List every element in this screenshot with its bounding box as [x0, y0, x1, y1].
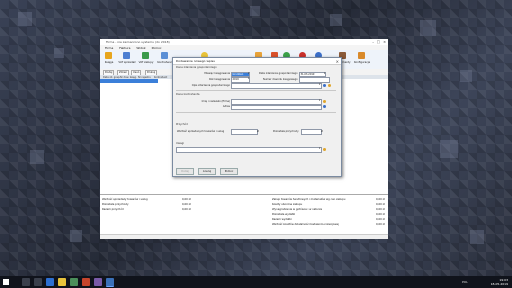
dialog-title: Dodawanie nowego wpisu — [176, 59, 216, 64]
docnum-label: Numer dowodu księgowego — [263, 77, 298, 81]
summary-other-label: Pozostałe przychody — [102, 203, 129, 206]
toolbar-vat-sale-button[interactable]: VAT sprzedaż — [118, 51, 136, 68]
contractor-add-icon[interactable] — [323, 105, 326, 108]
status-bar — [100, 234, 388, 239]
clock[interactable]: 19:03 18-05-2019 — [491, 278, 508, 286]
summary-other-value: 0,00 zł — [182, 203, 191, 206]
windows-start-icon[interactable] — [3, 279, 9, 285]
dialog-titlebar[interactable]: Dodawanie nowego wpisu × — [173, 58, 341, 65]
clock-date: 18-05-2019 — [490, 282, 508, 286]
section-income: Przychód — [176, 123, 188, 126]
summary-sale-value: 0,00 zł — [182, 198, 191, 201]
description-dropdown-icon[interactable]: ▾ — [319, 83, 320, 86]
cancel-button[interactable]: Anuluj — [198, 168, 216, 175]
toolbar-settings-button[interactable]: Konfiguracja — [354, 51, 370, 68]
language-indicator[interactable]: POL — [462, 280, 468, 284]
settings-icon — [358, 52, 365, 59]
close-icon[interactable]: × — [383, 40, 386, 44]
description-add-icon[interactable] — [323, 83, 326, 87]
book-icon — [105, 52, 112, 59]
summary-expenses-total-value: 0,00 zł — [376, 218, 385, 221]
summary-sale-label: Wartość sprzedaży towarów i usług — [102, 198, 148, 201]
summary-expenses-total-label: Razem wydatki — [272, 218, 292, 221]
summary-side-costs-label: Koszty uboczne zakupu — [272, 203, 303, 206]
maximize-icon[interactable]: □ — [377, 40, 380, 44]
date-label: Data zdarzenia gospodarczego — [259, 72, 298, 75]
summary-panel: Wartość sprzedaży towarów i usług 0,00 z… — [100, 194, 388, 235]
section-notes: Uwagi — [176, 142, 184, 145]
app-icon[interactable] — [94, 278, 102, 286]
accounting-app-icon[interactable] — [106, 278, 114, 287]
contractor-search-icon[interactable] — [323, 99, 326, 103]
browser-icon[interactable] — [46, 278, 54, 286]
income-other-input[interactable] — [301, 129, 322, 135]
summary-salaries-label: Wynagrodzenia w gotówce i w naturze — [272, 208, 323, 211]
section-event: Dane zdarzenia gospodarczego — [176, 66, 217, 69]
income-sale-input[interactable] — [231, 129, 258, 135]
contractor-address-label: Adres — [222, 105, 230, 108]
invoice-purchase-icon — [142, 52, 149, 59]
minimize-icon[interactable]: – — [372, 40, 374, 44]
summary-purchase-label: Zakup towarów handlowych i materiałów wg… — [272, 198, 346, 201]
dialog-close-icon[interactable]: × — [336, 59, 339, 64]
contractor-address-input[interactable] — [231, 104, 322, 111]
year-input[interactable]: 2019 — [231, 77, 250, 83]
year-label: Rok księgowania — [209, 77, 230, 81]
add-button[interactable]: Dodaj — [176, 168, 194, 175]
docnum-input[interactable] — [299, 77, 330, 83]
summary-purchase-value: 0,00 zł — [376, 198, 385, 201]
notes-edit-icon[interactable] — [323, 147, 326, 151]
month-label: Miesiąc księgowania — [204, 72, 230, 75]
income-other-label: Pozostałe przychody — [273, 129, 299, 133]
description-input[interactable] — [231, 83, 322, 89]
month-dropdown-icon[interactable]: ▾ — [248, 72, 249, 75]
notes-input[interactable] — [176, 147, 322, 153]
summary-other-expenses-value: 0,00 zł — [376, 213, 385, 216]
table-row[interactable] — [100, 79, 158, 83]
summary-rnd-label: Wartość kosztów działalności badawczo-ro… — [272, 223, 339, 226]
toolbar-ksiega-button[interactable]: Księga — [102, 51, 116, 68]
app-icon[interactable] — [82, 278, 90, 286]
add-entry-dialog: Dodawanie nowego wpisu × Dane zdarzenia … — [172, 57, 342, 177]
task-view-icon[interactable] — [34, 278, 42, 286]
search-icon[interactable] — [22, 278, 30, 286]
summary-side-costs-value: 0,00 zł — [376, 203, 385, 206]
section-contractor: Dane kontrahenta — [176, 93, 200, 96]
contractor-dropdown-icon[interactable]: ▾ — [319, 99, 320, 102]
file-explorer-icon[interactable] — [58, 278, 66, 286]
invoice-sale-icon — [123, 52, 130, 59]
income-sale-unit: zł — [257, 129, 260, 133]
toolbar-vat-purchase-button[interactable]: VAT zakupy — [139, 51, 153, 68]
toolbar-contractors-button[interactable]: Kontrahenci — [157, 51, 173, 68]
summary-income-total-label: Razem przychód — [102, 208, 124, 211]
year-dropdown-icon[interactable]: ▾ — [248, 77, 249, 80]
help-button[interactable]: Pomoc — [220, 168, 238, 175]
summary-rnd-value: 0,00 zł — [376, 223, 385, 226]
date-dropdown-icon[interactable]: ▾ — [324, 72, 325, 75]
contractor-name-label: Imię i nazwisko (firma) — [201, 99, 230, 103]
app-icon[interactable] — [70, 278, 78, 286]
summary-income-total-value: 0,00 zł — [182, 208, 191, 211]
contacts-icon — [161, 52, 168, 59]
summary-salaries-value: 0,00 zł — [376, 208, 385, 211]
description-label: Opis zdarzenia gospodarczego — [191, 83, 230, 87]
window-title: Firma - nie zaznaczono systemu (do 2018) — [106, 40, 170, 44]
description-edit-icon[interactable] — [328, 83, 331, 87]
summary-other-expenses-label: Pozostałe wydatki — [272, 213, 296, 216]
income-other-unit: zł — [321, 129, 324, 133]
notes-dropdown-icon[interactable]: ▾ — [319, 147, 320, 150]
income-sale-label: Wartość sprzedanych towarów i usług — [177, 129, 225, 133]
taskbar: POL 19:03 18-05-2019 — [0, 276, 512, 288]
